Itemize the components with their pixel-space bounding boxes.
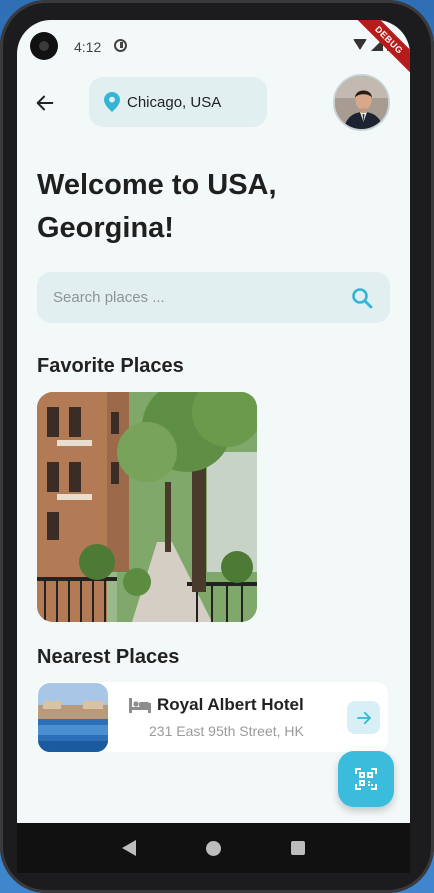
hotel-thumbnail	[38, 683, 108, 752]
qr-scan-button[interactable]	[338, 751, 394, 807]
street-photo	[37, 392, 257, 622]
favorite-places-title: Favorite Places	[37, 355, 184, 377]
phone-frame: 4:12 DEBUG Chicago, USA Welcome to USA, …	[0, 0, 434, 893]
android-nav-bar	[17, 823, 410, 873]
location-chip[interactable]: Chicago, USA	[89, 77, 267, 127]
back-arrow-icon[interactable]	[34, 92, 56, 114]
nav-recents-icon[interactable]	[291, 841, 305, 855]
status-time: 4:12	[74, 39, 102, 55]
welcome-line-2: Georgina!	[37, 212, 174, 244]
search-bar	[37, 272, 390, 323]
arrow-right-icon	[356, 711, 371, 724]
hotel-address: 231 East 95th Street, HK	[149, 723, 304, 739]
search-input[interactable]	[53, 289, 350, 306]
notification-icon	[114, 39, 127, 52]
nav-back-icon[interactable]	[122, 840, 136, 856]
favorite-place-card[interactable]	[37, 392, 257, 622]
bed-icon	[129, 698, 151, 713]
wifi-icon	[353, 39, 367, 50]
welcome-heading: Welcome to USA, Georgina!	[37, 164, 357, 250]
nav-home-icon[interactable]	[206, 840, 221, 856]
location-pin-icon	[104, 92, 120, 112]
avatar-photo	[335, 76, 388, 129]
welcome-line-1: Welcome to USA,	[37, 169, 277, 201]
qr-scan-icon	[355, 768, 377, 790]
avatar[interactable]	[333, 74, 390, 131]
nearest-place-card[interactable]: Royal Albert Hotel 231 East 95th Street,…	[37, 682, 388, 752]
nearest-places-title: Nearest Places	[37, 646, 180, 668]
open-place-button[interactable]	[347, 701, 380, 734]
search-icon[interactable]	[350, 286, 374, 310]
hotel-name-row: Royal Albert Hotel	[128, 695, 304, 715]
front-camera	[30, 32, 58, 60]
app-screen: 4:12 DEBUG Chicago, USA Welcome to USA, …	[17, 20, 410, 823]
hotel-name: Royal Albert Hotel	[157, 695, 304, 714]
location-label: Chicago, USA	[127, 93, 222, 111]
